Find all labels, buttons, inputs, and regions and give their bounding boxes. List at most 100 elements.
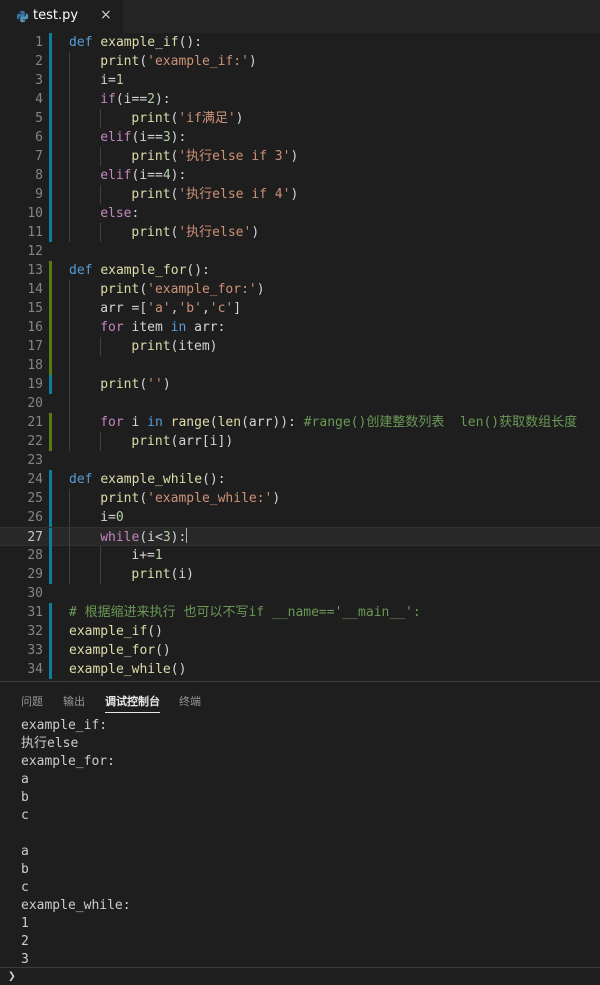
code-line[interactable]: 21 for i in range(len(arr)): #range()创建整数… xyxy=(0,413,600,432)
code-line[interactable]: 1 def example_if(): xyxy=(0,33,600,52)
indent-guide xyxy=(69,432,70,451)
indent-guide xyxy=(100,147,102,166)
chevron-right-icon: ❯ xyxy=(8,969,16,984)
line-number: 25 xyxy=(27,491,43,506)
code-line[interactable]: 14 print('example_for:') xyxy=(0,280,600,299)
active-tab-underline xyxy=(105,712,160,713)
code-line[interactable]: 6 elif(i==3): xyxy=(0,128,600,147)
gutter-modified-marker xyxy=(49,204,52,223)
code-line[interactable]: 23 xyxy=(0,451,600,470)
code-line[interactable]: 30 xyxy=(0,584,600,603)
code-line[interactable]: 15 arr =['a','b','c'] xyxy=(0,299,600,318)
code-text: def example_if(): xyxy=(69,35,203,50)
tab-problems[interactable]: 问题 xyxy=(21,693,43,709)
code-line[interactable]: 20 xyxy=(0,394,600,413)
gutter-modified-marker xyxy=(49,128,52,147)
code-text: for i in range(len(arr)): #range()创建整数列表… xyxy=(100,415,578,430)
code-line[interactable]: 34 example_while() xyxy=(0,660,600,679)
line-number: 14 xyxy=(27,282,43,297)
indent-guide xyxy=(69,128,70,147)
code-line[interactable]: 27 while(i<3): xyxy=(0,527,600,547)
console-input[interactable]: ❯ xyxy=(0,967,600,985)
code-text: print('执行else') xyxy=(131,225,260,240)
code-line[interactable]: 17 print(item) xyxy=(0,337,600,356)
code-text: i+=1 xyxy=(131,548,163,563)
code-line[interactable]: 5 print('if满足') xyxy=(0,109,600,128)
line-number: 16 xyxy=(27,320,43,335)
line-number: 10 xyxy=(27,206,43,221)
indent-guide xyxy=(69,508,70,527)
line-number: 2 xyxy=(35,54,43,69)
line-number: 22 xyxy=(27,434,43,449)
console-line: 1 xyxy=(21,916,29,931)
line-number: 11 xyxy=(27,225,43,240)
code-line[interactable]: 8 elif(i==4): xyxy=(0,166,600,185)
gutter-modified-marker xyxy=(49,166,52,185)
line-number: 1 xyxy=(35,35,43,50)
gutter-modified-marker xyxy=(49,223,52,242)
python-file-icon xyxy=(16,10,29,23)
indent-guide xyxy=(100,109,102,128)
code-editor[interactable]: 1 def example_if(): 2 print('example_if:') 3… xyxy=(0,33,600,681)
indent-guide xyxy=(69,71,70,90)
indent-guide xyxy=(69,90,70,109)
code-line[interactable]: 13 def example_for(): xyxy=(0,261,600,280)
code-line[interactable]: 2 print('example_if:') xyxy=(0,52,600,71)
code-line[interactable]: 24 def example_while(): xyxy=(0,470,600,489)
code-text: def example_while(): xyxy=(69,472,226,487)
gutter-modified-marker xyxy=(49,660,52,679)
code-line[interactable]: 31 # 根据缩进来执行 也可以不写if __name=='__main__': xyxy=(0,603,600,622)
indent-guide xyxy=(100,223,102,242)
code-text: print(arr[i]) xyxy=(131,434,234,449)
code-line[interactable]: 22 print(arr[i]) xyxy=(0,432,600,451)
code-line[interactable]: 12 xyxy=(0,242,600,261)
code-text: while(i<3): xyxy=(100,528,188,545)
indent-guide xyxy=(69,337,70,356)
code-text: arr =['a','b','c'] xyxy=(100,301,242,316)
indent-guide xyxy=(100,432,102,451)
gutter-added-marker xyxy=(49,299,52,318)
tab-output[interactable]: 输出 xyxy=(63,693,85,709)
code-line[interactable]: 29 print(i) xyxy=(0,565,600,584)
tab-terminal[interactable]: 终端 xyxy=(179,693,201,709)
line-number: 32 xyxy=(27,624,43,639)
code-line[interactable]: 28 i+=1 xyxy=(0,546,600,565)
code-line[interactable]: 4 if(i==2): xyxy=(0,90,600,109)
code-line[interactable]: 10 else: xyxy=(0,204,600,223)
gutter-modified-marker xyxy=(49,375,52,394)
code-line[interactable]: 33 example_for() xyxy=(0,641,600,660)
code-line[interactable]: 26 i=0 xyxy=(0,508,600,527)
indent-guide xyxy=(69,546,70,565)
code-text: print('example_if:') xyxy=(100,54,257,69)
code-line[interactable]: 18 xyxy=(0,356,600,375)
gutter-added-marker xyxy=(49,280,52,299)
gutter-added-marker xyxy=(49,318,52,337)
line-number: 3 xyxy=(35,73,43,88)
indent-guide xyxy=(69,223,70,242)
code-line[interactable]: 16 for item in arr: xyxy=(0,318,600,337)
code-line[interactable]: 11 print('执行else') xyxy=(0,223,600,242)
gutter-added-marker xyxy=(49,356,52,375)
tab-debug-console[interactable]: 调试控制台 xyxy=(105,693,160,709)
console-line: 执行else xyxy=(21,736,79,751)
line-number: 20 xyxy=(27,396,43,411)
code-line[interactable]: 25 print('example_while:') xyxy=(0,489,600,508)
close-icon[interactable]: × xyxy=(100,7,112,23)
line-number: 26 xyxy=(27,510,43,525)
code-line[interactable]: 7 print('执行else if 3') xyxy=(0,147,600,166)
line-number: 27 xyxy=(27,530,43,545)
code-line[interactable]: 19 print('') xyxy=(0,375,600,394)
code-text: for item in arr: xyxy=(100,320,226,335)
indent-guide xyxy=(100,185,102,204)
code-line[interactable]: 32 example_if() xyxy=(0,622,600,641)
indent-guide xyxy=(69,375,70,394)
console-line: a xyxy=(21,844,29,859)
line-number: 8 xyxy=(35,168,43,183)
tab-test-py[interactable]: test.py × xyxy=(0,0,123,33)
code-line[interactable]: 3 i=1 xyxy=(0,71,600,90)
gutter-modified-marker xyxy=(49,147,52,166)
indent-guide xyxy=(69,147,70,166)
code-line[interactable]: 9 print('执行else if 4') xyxy=(0,185,600,204)
code-text: print(item) xyxy=(131,339,218,354)
gutter-modified-marker xyxy=(49,508,52,527)
